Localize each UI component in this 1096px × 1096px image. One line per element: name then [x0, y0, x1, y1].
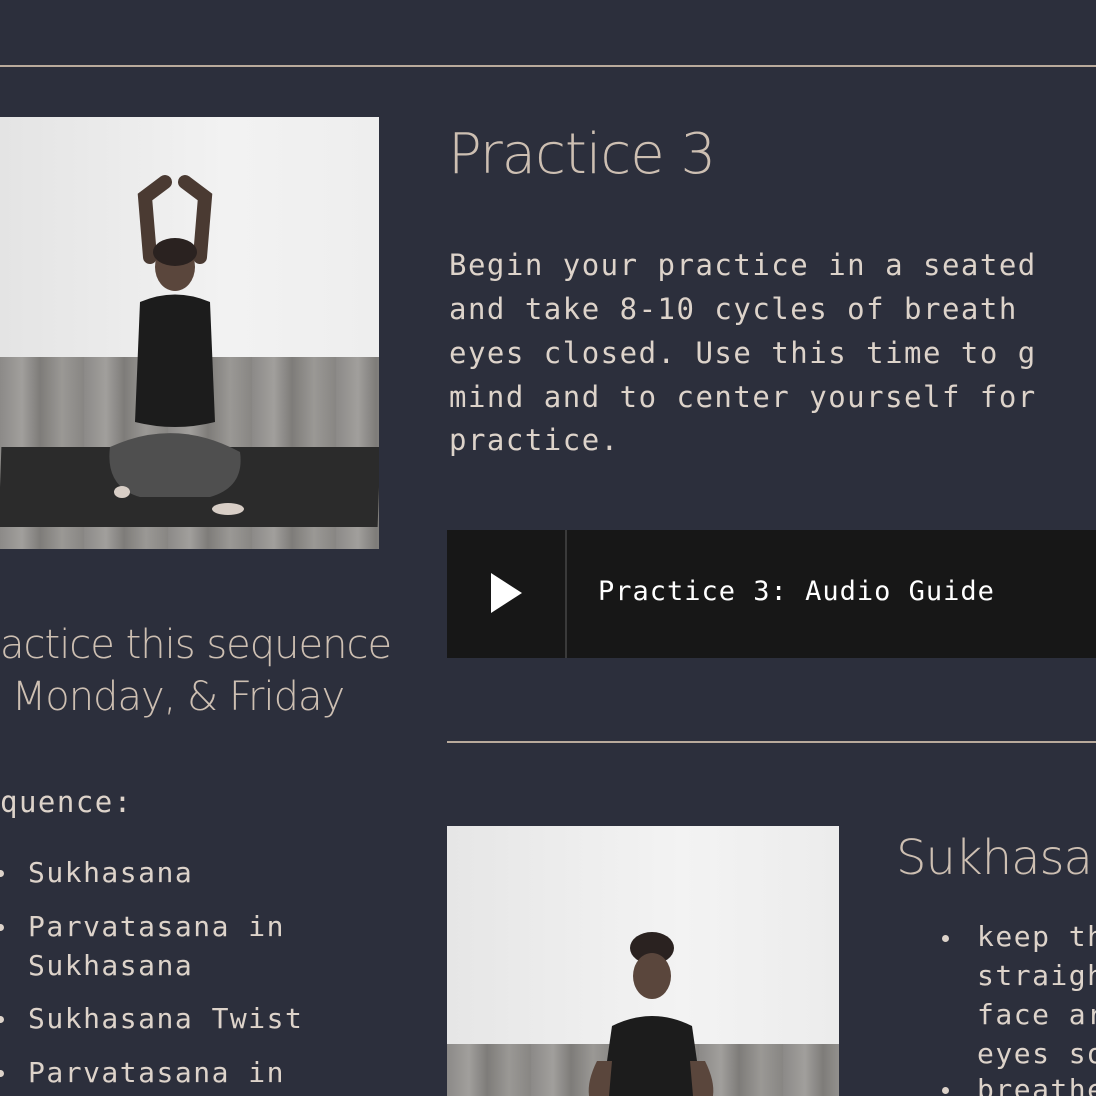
practice-description-line-5: practice.: [449, 423, 620, 457]
pose-photo-sukhasana: [447, 826, 839, 1096]
audio-player: Practice 3: Audio Guide: [447, 530, 1096, 658]
pose-cue-1-line-4: eyes so: [977, 1037, 1096, 1070]
practice-description-line-4: mind and to center yourself for: [449, 380, 1037, 414]
sequence-item-2-cont: Sukhasana: [28, 949, 194, 982]
player-divider: [565, 530, 567, 658]
play-icon: [491, 573, 522, 613]
sequence-item-1: Sukhasana: [28, 856, 194, 889]
bullet: [0, 1016, 4, 1023]
pose-cue-1-line-2: straigh: [977, 959, 1096, 992]
practice-description-line-1: Begin your practice in a seated: [449, 248, 1037, 282]
bullet: [942, 1087, 949, 1094]
bullet: [0, 924, 4, 931]
yoga-figure-icon: [109, 175, 244, 515]
page: Practice 3 Begin your practice in a seat…: [0, 0, 1096, 1096]
schedule-line-2: Monday, & Friday: [0, 674, 346, 720]
bullet: [0, 870, 4, 877]
sequence-item-4: Parvatasana in: [28, 1056, 286, 1089]
section-divider: [447, 741, 1096, 743]
practice-description-line-2: and take 8-10 cycles of breath: [449, 292, 1018, 326]
play-button[interactable]: [447, 530, 565, 658]
schedule-line-1: actice this sequence: [0, 622, 392, 668]
pose-photo-parvatasana: [0, 117, 379, 549]
pose-cue-1-line-3: face ar: [977, 998, 1096, 1031]
bullet: [0, 1070, 4, 1077]
yoga-figure-seated-icon: [588, 932, 714, 1096]
sequence-heading: quence:: [0, 785, 133, 819]
practice-title: Practice 3: [448, 122, 716, 187]
bullet: [942, 935, 949, 942]
pose-title: Sukhasar: [896, 830, 1096, 886]
sequence-item-2: Parvatasana in: [28, 910, 286, 943]
pose-cue-2-line-1: breathe: [977, 1073, 1096, 1096]
audio-guide-title: Practice 3: Audio Guide: [598, 576, 995, 607]
sequence-item-3: Sukhasana Twist: [28, 1002, 304, 1035]
practice-description-line-3: eyes closed. Use this time to g: [449, 336, 1037, 370]
top-divider: [0, 65, 1096, 67]
pose-cue-1-line-1: keep th: [977, 920, 1096, 953]
